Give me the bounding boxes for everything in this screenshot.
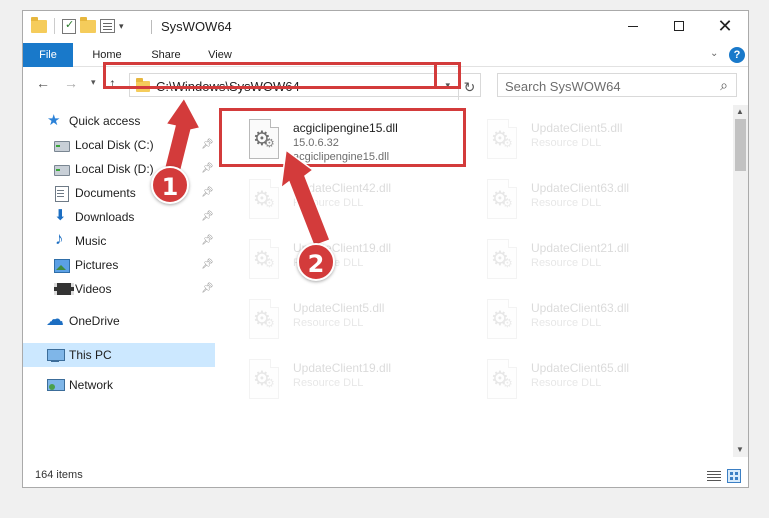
callout-arrow-2 [280, 148, 331, 247]
step-2-badge: 2 [297, 243, 335, 281]
callout-arrows [161, 96, 331, 247]
step-1-badge: 1 [151, 166, 189, 204]
